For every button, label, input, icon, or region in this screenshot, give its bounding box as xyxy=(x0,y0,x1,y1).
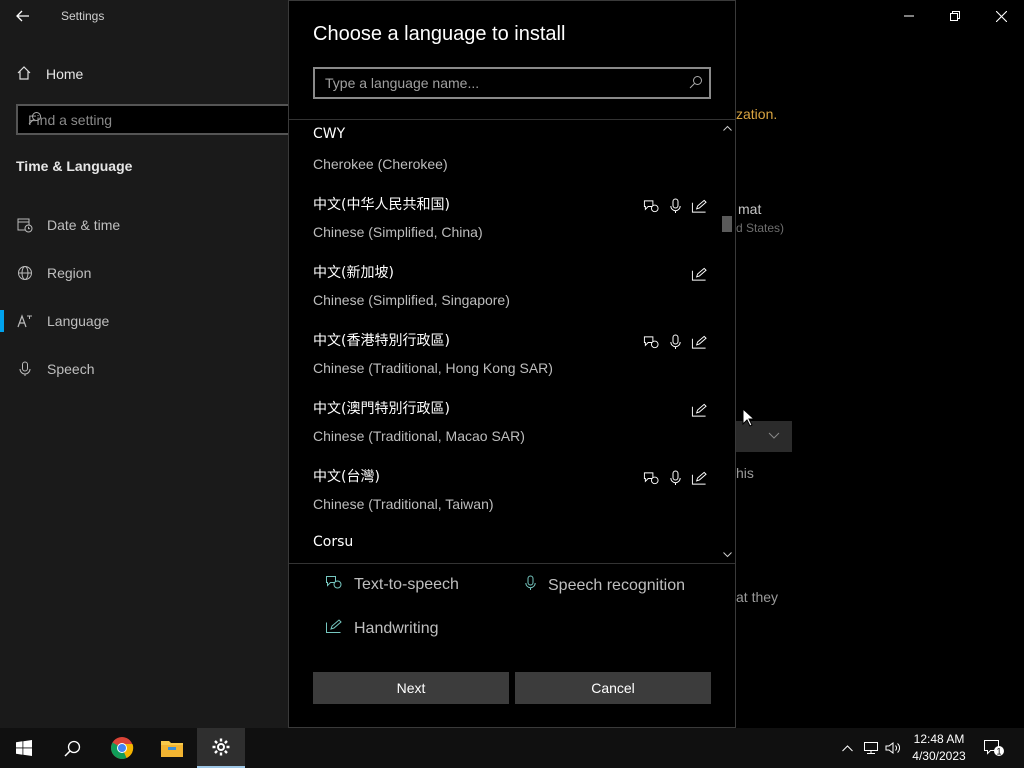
chrome-icon[interactable] xyxy=(98,728,146,768)
cancel-button[interactable]: Cancel xyxy=(515,672,711,704)
choose-language-dialog: Choose a language to install CWY Cherokee… xyxy=(288,0,736,728)
scroll-down-icon[interactable] xyxy=(719,548,735,562)
language-list-item[interactable]: CWY Cherokee (Cherokee) xyxy=(313,126,713,190)
clock-time: 12:48 AM xyxy=(913,732,965,746)
scroll-thumb[interactable] xyxy=(722,216,732,232)
find-setting-input[interactable]: Find a setting xyxy=(16,104,300,135)
legend-speech-recognition: Speech recognition xyxy=(525,575,685,596)
taskbar-clock[interactable]: 12:48 AM 4/30/2023 xyxy=(904,731,974,765)
microphone-icon xyxy=(16,361,33,377)
search-icon[interactable] xyxy=(689,75,703,94)
language-native-name: 中文(台灣) xyxy=(313,469,380,485)
sidebar-item-speech[interactable]: Speech xyxy=(16,357,94,381)
file-explorer-icon[interactable] xyxy=(148,728,196,768)
taskbar: 12:48 AM 4/30/2023 1 xyxy=(0,728,1024,768)
notification-count: 1 xyxy=(996,747,1001,757)
language-list-item[interactable]: 中文(新加坡) Chinese (Simplified, Singapore) xyxy=(313,262,713,326)
language-search-input[interactable] xyxy=(315,69,675,97)
text-to-speech-icon xyxy=(325,575,342,595)
language-native-name: 中文(香港特別行政區) xyxy=(313,333,450,349)
scroll-track[interactable] xyxy=(722,137,732,546)
search-icon[interactable] xyxy=(28,111,292,128)
background-text: at they xyxy=(736,589,779,605)
language-native-name: 中文(中华人民共和国) xyxy=(313,197,450,213)
sidebar-item-region[interactable]: Region xyxy=(16,261,91,285)
home-icon xyxy=(16,65,32,84)
sidebar-item-date-time[interactable]: Date & time xyxy=(16,213,120,237)
mouse-cursor-icon xyxy=(742,407,756,432)
legend-handwriting: Handwriting xyxy=(325,619,438,639)
language-list-item[interactable]: 中文(澳門特別行政區) Chinese (Traditional, Macao S… xyxy=(313,398,713,462)
handwriting-icon xyxy=(691,470,707,486)
language-english-name: Cherokee (Cherokee) xyxy=(313,156,448,172)
language-list-item[interactable]: 中文(香港特別行政區) Chinese (Traditional, Hong Ko… xyxy=(313,330,713,394)
handwriting-icon xyxy=(691,266,707,282)
sidebar-item-label: Region xyxy=(47,265,92,281)
tray-overflow-chevron-icon[interactable] xyxy=(838,728,856,768)
legend-text-to-speech: Text-to-speech xyxy=(325,575,459,595)
close-icon[interactable] xyxy=(978,0,1024,32)
minimize-icon[interactable] xyxy=(886,0,932,32)
language-icon xyxy=(16,313,33,329)
language-list-item[interactable]: 中文(中华人民共和国) Chinese (Simplified, China) xyxy=(313,194,713,258)
sidebar-item-label: Date & time xyxy=(47,217,121,233)
microphone-icon xyxy=(525,575,536,596)
search-icon[interactable] xyxy=(48,728,96,768)
windows-start-icon[interactable] xyxy=(0,728,48,768)
language-features xyxy=(691,266,707,282)
app-title: Settings xyxy=(61,9,105,23)
language-english-name: Chinese (Traditional, Macao SAR) xyxy=(313,428,525,444)
background-text: mat xyxy=(738,201,762,217)
clock-date: 4/30/2023 xyxy=(912,749,966,763)
language-features xyxy=(643,470,707,486)
language-list-item[interactable]: Corsu xyxy=(313,534,713,563)
handwriting-icon xyxy=(691,198,707,214)
handwriting-icon xyxy=(691,402,707,418)
text-to-speech-icon xyxy=(643,198,659,214)
scroll-up-icon[interactable] xyxy=(719,121,735,135)
language-native-name: Corsu xyxy=(313,534,354,550)
home-label: Home xyxy=(46,66,84,82)
globe-icon xyxy=(16,265,33,281)
section-title: Time & Language xyxy=(16,158,133,174)
text-to-speech-icon xyxy=(643,334,659,350)
microphone-icon xyxy=(667,334,683,350)
language-features xyxy=(691,402,707,418)
handwriting-icon xyxy=(325,619,342,639)
language-english-name: Chinese (Traditional, Hong Kong SAR) xyxy=(313,360,553,376)
microphone-icon xyxy=(667,198,683,214)
language-features xyxy=(643,198,707,214)
dialog-title: Choose a language to install xyxy=(313,23,566,45)
language-list-scrollbar[interactable] xyxy=(719,119,735,564)
language-english-name: Chinese (Traditional, Taiwan) xyxy=(313,496,494,512)
active-indicator xyxy=(0,310,4,332)
language-native-name: CWY xyxy=(313,126,346,142)
sidebar-item-language[interactable]: Language xyxy=(16,309,109,333)
next-button[interactable]: Next xyxy=(313,672,509,704)
background-text: his xyxy=(736,465,754,481)
volume-icon[interactable] xyxy=(883,728,903,768)
network-icon[interactable] xyxy=(861,728,881,768)
sidebar-item-label: Speech xyxy=(47,361,95,377)
sidebar-item-label: Language xyxy=(47,313,110,329)
language-english-name: Chinese (Simplified, Singapore) xyxy=(313,292,510,308)
settings-gear-icon[interactable] xyxy=(197,728,245,768)
language-search-box xyxy=(313,67,711,99)
background-text: zation. xyxy=(736,106,778,122)
restore-icon[interactable] xyxy=(932,0,978,32)
background-text: d States) xyxy=(736,221,785,235)
language-native-name: 中文(澳門特別行政區) xyxy=(313,401,450,417)
language-features xyxy=(643,334,707,350)
notification-center-icon[interactable]: 1 xyxy=(980,728,1008,768)
back-arrow-icon[interactable] xyxy=(8,4,38,28)
language-native-name: 中文(新加坡) xyxy=(313,265,394,281)
handwriting-icon xyxy=(691,334,707,350)
language-list[interactable]: CWY Cherokee (Cherokee) 中文(中华人民共和国) Chinese… xyxy=(289,119,735,564)
sidebar-item-home[interactable]: Home xyxy=(16,62,83,86)
calendar-clock-icon xyxy=(16,217,33,233)
language-list-item[interactable]: 中文(台灣) Chinese (Traditional, Taiwan) xyxy=(313,466,713,530)
text-to-speech-icon xyxy=(643,470,659,486)
microphone-icon xyxy=(667,470,683,486)
language-english-name: Chinese (Simplified, China) xyxy=(313,224,483,240)
